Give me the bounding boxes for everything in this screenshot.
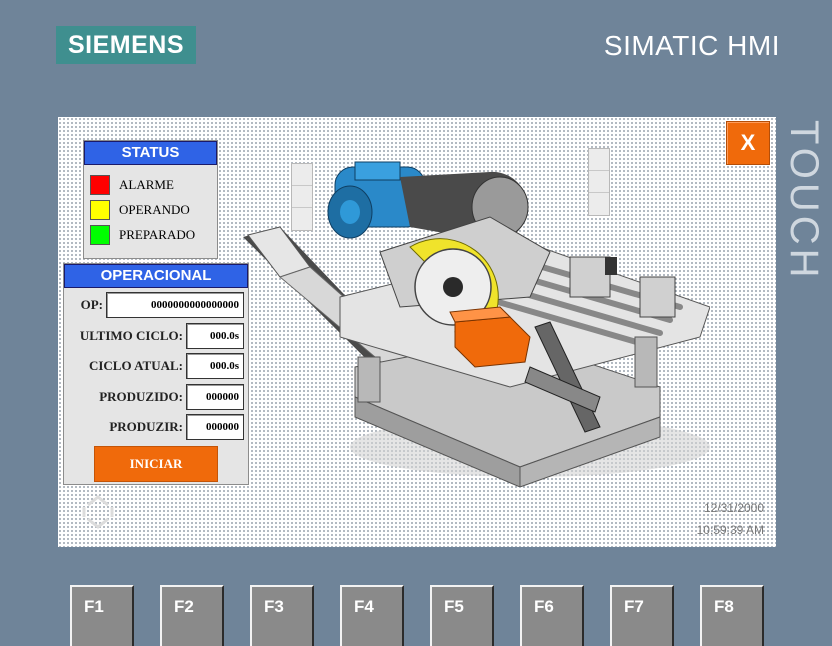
status-row-alarme: ALARME — [84, 172, 217, 197]
fkey-label: F4 — [354, 597, 374, 616]
fkey-label: F6 — [534, 597, 554, 616]
fkey-label: F2 — [174, 597, 194, 616]
alarme-indicator — [90, 174, 110, 195]
ultimo-ciclo-field: 000.0s — [186, 323, 244, 349]
status-label: ALARME — [119, 176, 174, 192]
produzido-field: 000000 — [186, 384, 244, 410]
status-row-operando: OPERANDO — [84, 197, 217, 222]
fkey-label: F3 — [264, 597, 284, 616]
operacional-panel: OPERACIONAL OP: 0000000000000000 ULTIMO … — [63, 263, 249, 485]
ciclo-atual-label: CICLO ATUAL: — [88, 358, 183, 373]
produzido-label: PRODUZIDO: — [99, 389, 183, 404]
product-title: SIMATIC HMI — [603, 30, 780, 61]
produzir-row: PRODUZIR: 000000 — [109, 414, 244, 440]
produzir-label: PRODUZIR: — [109, 419, 183, 434]
status-title: STATUS — [84, 141, 217, 165]
ciclo-atual-row: CICLO ATUAL: 000.0s — [89, 353, 244, 379]
date-label: 12/31/2000 — [703, 501, 764, 515]
f6-key[interactable]: F6 — [520, 585, 584, 646]
produzir-field[interactable]: 000000 — [186, 414, 244, 440]
iniciar-button[interactable]: INICIAR — [94, 446, 218, 482]
op-row: OP: 0000000000000000 — [81, 292, 244, 318]
close-button[interactable]: X — [726, 121, 770, 165]
touch-label: TOUCH — [782, 120, 826, 282]
datetime-display: 12/31/2000 10:59:39 AM — [697, 497, 764, 541]
status-label: OPERANDO — [119, 201, 190, 217]
op-label: OP: — [80, 297, 103, 312]
preparado-indicator — [90, 224, 110, 245]
status-panel: STATUS ALARME OPERANDO PREPARADO — [83, 140, 218, 259]
f1-key[interactable]: F1 — [70, 585, 134, 646]
ciclo-atual-field: 000.0s — [186, 353, 244, 379]
time-label: 10:59:39 AM — [696, 523, 764, 537]
op-number-field[interactable]: 0000000000000000 — [106, 292, 244, 318]
f2-key[interactable]: F2 — [160, 585, 224, 646]
ultimo-ciclo-row: ULTIMO CICLO: 000.0s — [80, 323, 244, 349]
f4-key[interactable]: F4 — [340, 585, 404, 646]
fkey-label: F5 — [444, 597, 464, 616]
f5-key[interactable]: F5 — [430, 585, 494, 646]
fkey-label: F8 — [714, 597, 734, 616]
fkey-label: F7 — [624, 597, 644, 616]
operacional-title: OPERACIONAL — [64, 264, 248, 288]
f3-key[interactable]: F3 — [250, 585, 314, 646]
navigation-icon[interactable] — [80, 493, 118, 531]
hmi-screen: X STATUS ALARME OPERANDO PREPARADO OPERA… — [58, 117, 776, 547]
saw-machine-illustration — [243, 161, 710, 487]
status-row-preparado: PREPARADO — [84, 222, 217, 247]
siemens-logo: SIEMENS — [56, 26, 196, 64]
f8-key[interactable]: F8 — [700, 585, 764, 646]
operando-indicator — [90, 199, 110, 220]
produzido-row: PRODUZIDO: 000000 — [99, 384, 244, 410]
status-label: PREPARADO — [119, 226, 196, 242]
ultimo-ciclo-label: ULTIMO CICLO: — [79, 328, 183, 343]
f7-key[interactable]: F7 — [610, 585, 674, 646]
fkey-label: F1 — [84, 597, 104, 616]
